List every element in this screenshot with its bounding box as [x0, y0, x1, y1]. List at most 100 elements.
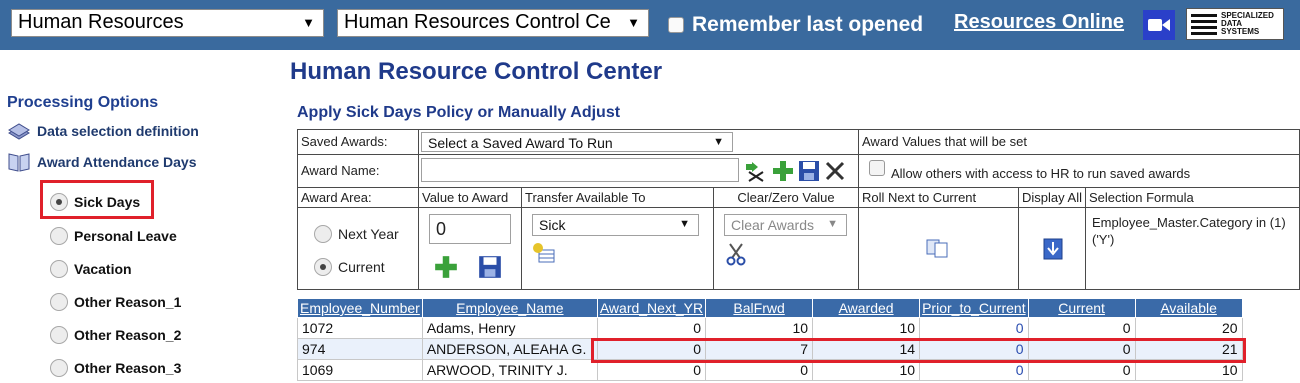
copy-icon[interactable] — [925, 238, 949, 258]
allow-others-cell: Allow others with access to HR to run sa… — [858, 154, 1300, 188]
option-other-reason-2[interactable]: Other Reason_2 — [50, 326, 181, 344]
cell-awarded: 10 — [812, 317, 921, 339]
option-other-reason-1[interactable]: Other Reason_1 — [50, 293, 181, 311]
remember-last-opened: Remember last opened — [668, 13, 923, 37]
col-current[interactable]: Current — [1027, 298, 1136, 318]
col-award-next-yr[interactable]: Award_Next_YR — [596, 298, 707, 318]
cell-employee-name: ANDERSON, ALEAHA G. — [421, 338, 598, 360]
control-center-select-value: Human Resources Control Ce — [344, 11, 611, 33]
clear-zero-label: Clear/Zero Value — [713, 187, 859, 208]
award-area-cell: Next Year Current — [297, 207, 419, 290]
module-select[interactable]: Human Resources ▼ — [11, 9, 324, 37]
highlight-box-row — [591, 338, 1246, 363]
saved-awards-select[interactable]: Select a Saved Award To Run ▼ — [421, 132, 733, 152]
add-table-icon[interactable] — [532, 242, 556, 264]
processing-options-title: Processing Options — [7, 94, 159, 111]
chevron-down-icon: ▼ — [827, 218, 838, 230]
chevron-down-icon: ▼ — [679, 218, 690, 230]
top-bar: Human Resources ▼ Human Resources Contro… — [0, 0, 1300, 50]
cell-employee-number: 1072 — [297, 317, 423, 339]
book-icon — [8, 153, 30, 172]
cell-employee-number: 1069 — [297, 359, 423, 381]
saved-awards-cell: Select a Saved Award To Run ▼ — [418, 129, 859, 155]
run-award-icon[interactable] — [743, 159, 767, 183]
radio-other-reason-3[interactable] — [50, 359, 68, 377]
area-next-year[interactable]: Next Year — [314, 225, 399, 243]
value-to-award-input[interactable]: 0 — [429, 214, 511, 244]
selection-formula-cell: Employee_Master.Category in (1) ('Y') — [1085, 207, 1300, 290]
data-selection-link[interactable]: Data selection definition — [7, 121, 199, 141]
radio-next-year[interactable] — [314, 225, 332, 243]
section-title: Apply Sick Days Policy or Manually Adjus… — [297, 104, 621, 121]
option-personal-leave[interactable]: Personal Leave — [50, 227, 177, 245]
sds-logo-text: SPECIALIZED DATA SYSTEMS — [1221, 11, 1274, 36]
cell-current: 0 — [1027, 317, 1136, 339]
option-vacation[interactable]: Vacation — [50, 260, 132, 278]
highlight-box-sick-days — [40, 180, 154, 219]
chevron-down-icon: ▼ — [302, 15, 315, 30]
save-icon[interactable] — [477, 254, 503, 280]
award-name-label: Award Name: — [297, 154, 419, 188]
allow-others-checkbox[interactable] — [869, 160, 885, 176]
database-icon — [8, 123, 30, 140]
transfer-select[interactable]: Sick ▼ — [532, 214, 699, 236]
option-other-reason-3[interactable]: Other Reason_3 — [50, 359, 181, 377]
scissors-icon[interactable] — [726, 242, 746, 266]
remember-checkbox[interactable] — [668, 17, 684, 33]
transfer-available-label: Transfer Available To — [521, 187, 714, 208]
display-all-cell — [1018, 207, 1086, 290]
roll-next-cell — [858, 207, 1019, 290]
radio-current[interactable] — [314, 258, 332, 276]
module-select-value: Human Resources — [18, 11, 184, 33]
chevron-down-icon: ▼ — [713, 136, 724, 148]
award-name-input[interactable] — [421, 158, 739, 182]
add-icon[interactable] — [433, 254, 459, 280]
radio-other-reason-1[interactable] — [50, 293, 68, 311]
control-center-select[interactable]: Human Resources Control Ce ▼ — [337, 9, 649, 37]
cell-employee-name: Adams, Henry — [421, 317, 598, 339]
award-attendance-link[interactable]: Award Attendance Days — [7, 151, 197, 173]
transfer-available-cell: Sick ▼ — [521, 207, 714, 290]
col-balfrwd[interactable]: BalFrwd — [705, 298, 814, 318]
allow-others-label: Allow others with access to HR to run sa… — [891, 166, 1191, 181]
cell-employee-number: 974 — [297, 338, 423, 360]
chevron-down-icon: ▼ — [627, 15, 640, 30]
col-available[interactable]: Available — [1134, 298, 1243, 318]
cell-prior-to-current: 0 — [919, 317, 1029, 339]
selection-formula-label: Selection Formula — [1085, 187, 1300, 208]
area-current[interactable]: Current — [314, 258, 385, 276]
value-to-award-cell: 0 — [418, 207, 522, 290]
radio-vacation[interactable] — [50, 260, 68, 278]
award-values-label: Award Values that will be set — [858, 129, 1300, 155]
clear-zero-cell: Clear Awards ▼ — [713, 207, 859, 290]
sds-logo-mark — [1191, 12, 1217, 36]
radio-other-reason-2[interactable] — [50, 326, 68, 344]
col-prior-to-current[interactable]: Prior_to_Current — [919, 298, 1029, 318]
col-employee-number[interactable]: Employee_Number — [297, 298, 423, 318]
selection-formula-text[interactable]: Employee_Master.Category in (1) ('Y') — [1092, 214, 1292, 248]
clear-awards-select[interactable]: Clear Awards ▼ — [724, 214, 847, 236]
radio-personal-leave[interactable] — [50, 227, 68, 245]
col-employee-name[interactable]: Employee_Name — [421, 298, 598, 318]
display-all-label: Display All — [1018, 187, 1086, 208]
cell-available: 20 — [1134, 317, 1243, 339]
resources-online-link[interactable]: Resources Online — [954, 11, 1124, 34]
saved-awards-label: Saved Awards: — [297, 129, 419, 155]
roll-next-label: Roll Next to Current — [858, 187, 1019, 208]
page-title: Human Resource Control Center — [290, 58, 663, 85]
remember-label: Remember last opened — [692, 13, 924, 36]
cell-employee-name: ARWOOD, TRINITY J. — [421, 359, 598, 381]
col-awarded[interactable]: Awarded — [812, 298, 921, 318]
table-row[interactable]: 1072 Adams, Henry 0 10 10 0 0 20 — [297, 317, 1243, 339]
sds-logo: SPECIALIZED DATA SYSTEMS — [1186, 8, 1284, 40]
value-to-award-label: Value to Award — [418, 187, 522, 208]
save-icon[interactable] — [797, 159, 821, 183]
cell-award-next-yr: 0 — [596, 317, 707, 339]
add-icon[interactable] — [771, 159, 795, 183]
delete-icon[interactable] — [823, 159, 847, 183]
video-camera-icon[interactable] — [1143, 10, 1175, 40]
award-name-cell — [418, 154, 859, 188]
award-area-label: Award Area: — [297, 187, 419, 208]
cell-balfrwd: 10 — [705, 317, 814, 339]
download-icon[interactable] — [1043, 238, 1063, 260]
